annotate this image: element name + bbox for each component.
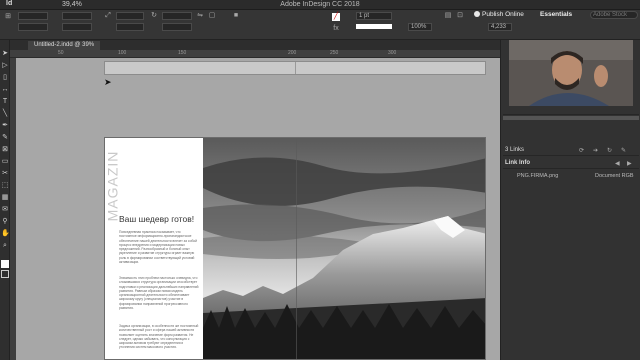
link-file-name: PNG.FIRMA.png <box>517 173 559 179</box>
control-panel: ⊞ ⤢ ↻ ⇋ ▢ ■ ╱ 1 pt fx 100% ▤ ⊡ Publish O… <box>0 10 640 40</box>
stroke-weight-field[interactable]: 1 pt <box>356 12 392 20</box>
text-wrap-icon[interactable]: ▤ <box>444 12 452 20</box>
rectangle-frame-tool-icon[interactable]: ⊠ <box>1 146 9 154</box>
publish-label: Publish Online <box>482 11 524 18</box>
zoom-tool-icon[interactable]: ⌕ <box>1 242 9 250</box>
previous-link-icon[interactable]: ◀ <box>615 160 620 167</box>
ruler-tick: 250 <box>330 50 339 56</box>
width-field[interactable] <box>62 12 92 20</box>
gradient-tool-icon[interactable]: ▦ <box>1 194 9 202</box>
scale-x-field[interactable] <box>116 12 144 20</box>
ruler-tick: 50 <box>58 50 64 56</box>
document-spread[interactable]: MAGAZIN Ваш шедевр готов! Повседневная п… <box>104 137 486 360</box>
mountain-photo[interactable] <box>203 138 486 360</box>
height-field[interactable] <box>62 23 92 31</box>
ruler-tick: 100 <box>118 50 127 56</box>
rotate-field[interactable] <box>162 12 192 20</box>
link-info-label: Link Info <box>505 160 530 166</box>
ruler-tick: 150 <box>178 50 187 56</box>
link-row[interactable]: PNG.FIRMA.png Document RGB <box>503 106 639 179</box>
horizontal-ruler[interactable]: 50 100 150 200 250 300 <box>10 50 500 58</box>
ruler-tick: 300 <box>388 50 397 56</box>
publish-icon <box>474 11 480 18</box>
fill-swatch-icon[interactable]: ■ <box>232 12 240 20</box>
eyedropper-tool-icon[interactable]: ⚲ <box>1 218 9 226</box>
ruler-tick: 200 <box>288 50 297 56</box>
stroke-color-icon[interactable] <box>1 270 9 278</box>
page-tool-icon[interactable]: ▯ <box>1 74 9 82</box>
stock-search-input[interactable]: Adobe Stock <box>590 11 638 19</box>
links-footer: 3 Links ⟳ ➔ ↻ ✎ <box>503 147 639 156</box>
workspace-switcher[interactable]: Essentials <box>540 11 572 18</box>
window-title: Adobe InDesign CC 2018 <box>280 1 360 8</box>
cursor-icon: ➤ <box>104 77 112 87</box>
pen-tool-icon[interactable]: ✒ <box>1 122 9 130</box>
hand-tool-icon[interactable]: ✋ <box>1 230 10 238</box>
scissors-tool-icon[interactable]: ✂ <box>1 170 9 178</box>
coord-field[interactable]: 4,233 <box>488 23 512 31</box>
publish-online-button[interactable]: Publish Online <box>474 11 532 19</box>
direct-selection-tool-icon[interactable]: ▷ <box>1 62 9 70</box>
line-tool-icon[interactable]: ╲ <box>1 110 9 118</box>
update-link-icon[interactable]: ↻ <box>607 147 612 154</box>
links-count: 3 Links <box>505 147 525 153</box>
next-link-icon[interactable]: ▶ <box>627 160 632 167</box>
type-tool-icon[interactable]: T <box>1 98 9 106</box>
effects-icon[interactable]: fx <box>332 25 340 33</box>
tools-panel: ➤ ▷ ▯ ↔ T ╲ ✒ ✎ ⊠ ▭ ✂ ⬚ ▦ ✉ ⚲ ✋ ⌕ <box>0 40 10 360</box>
stroke-type-preview[interactable] <box>356 24 392 29</box>
body-paragraph[interactable]: Значимость этих проблем настолько очевид… <box>119 276 199 310</box>
goto-link-icon[interactable]: ➔ <box>593 147 598 154</box>
document-tab[interactable]: Untitled-2.indd @ 39% <box>28 41 101 50</box>
rotate-icon[interactable]: ↻ <box>150 12 158 20</box>
x-field[interactable] <box>18 12 48 20</box>
presenter-image <box>509 40 633 106</box>
previous-spread[interactable] <box>104 61 486 75</box>
previous-spread-spine <box>295 62 296 74</box>
pencil-tool-icon[interactable]: ✎ <box>1 134 9 142</box>
body-paragraph[interactable]: Повседневная практика показывает, что по… <box>119 230 199 264</box>
fill-color-icon[interactable] <box>1 260 9 268</box>
links-panel: PNG.FIRMA.png Document RGB 3 Links ⟳ ➔ ↻… <box>500 40 640 360</box>
stroke-none-icon[interactable]: ╱ <box>332 13 340 21</box>
fit-content-icon[interactable]: ⊡ <box>456 12 464 20</box>
y-field[interactable] <box>18 23 48 31</box>
link-info-header[interactable]: Link Info ◀ ▶ <box>503 160 639 169</box>
spread-spine <box>296 138 297 359</box>
free-transform-tool-icon[interactable]: ⬚ <box>1 182 9 190</box>
scale-icon[interactable]: ⤢ <box>104 12 112 20</box>
webcam-overlay <box>509 40 633 106</box>
document-tab-bar: Untitled-2.indd @ 39% <box>10 40 500 50</box>
gap-tool-icon[interactable]: ↔ <box>1 86 9 94</box>
edit-original-icon[interactable]: ✎ <box>621 147 626 154</box>
body-paragraph[interactable]: Задача организации, в особенности же пос… <box>119 324 199 350</box>
relink-icon[interactable]: ⟳ <box>579 147 584 154</box>
flip-icon[interactable]: ⇋ <box>196 12 204 20</box>
opacity-field[interactable]: 100% <box>408 23 432 31</box>
select-container-icon[interactable]: ▢ <box>208 12 216 20</box>
shear-field[interactable] <box>162 23 192 31</box>
article-headline[interactable]: Ваш шедевр готов! <box>119 214 194 224</box>
rectangle-tool-icon[interactable]: ▭ <box>1 158 9 166</box>
title-bar: Id 39,4% Adobe InDesign CC 2018 <box>0 0 640 10</box>
scale-y-field[interactable] <box>116 23 144 31</box>
note-tool-icon[interactable]: ✉ <box>1 206 9 214</box>
magazine-title[interactable]: MAGAZIN <box>105 151 120 222</box>
selection-tool-icon[interactable]: ➤ <box>1 50 9 58</box>
panel-scrollbar[interactable] <box>503 116 639 120</box>
color-space-label: Document RGB <box>595 173 634 179</box>
reference-point-icon[interactable]: ⊞ <box>4 13 12 21</box>
